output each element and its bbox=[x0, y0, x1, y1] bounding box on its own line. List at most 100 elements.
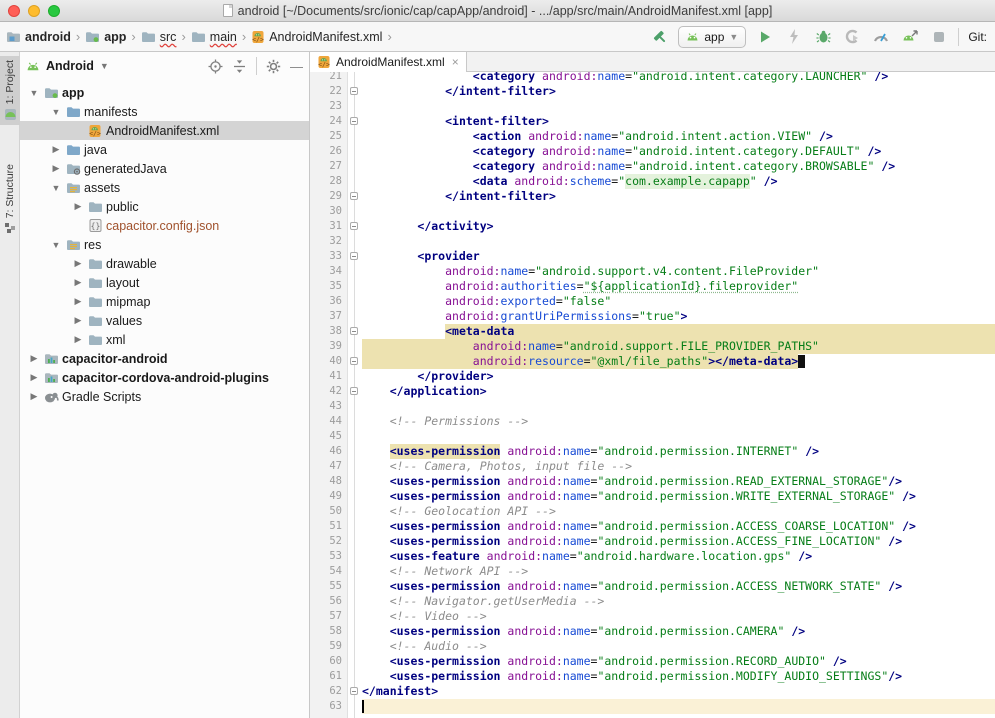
close-icon[interactable]: × bbox=[452, 55, 459, 69]
tree-expand-icon[interactable]: ▼ bbox=[48, 183, 64, 193]
code-line-55[interactable]: <uses-permission android:name="android.p… bbox=[362, 579, 995, 594]
tree-item-manifests[interactable]: ▼manifests bbox=[20, 102, 309, 121]
code-line-25[interactable]: <action android:name="android.intent.act… bbox=[362, 129, 995, 144]
line-number[interactable]: 53 bbox=[310, 549, 347, 564]
line-number[interactable]: 32 bbox=[310, 234, 347, 249]
line-number[interactable]: 25 bbox=[310, 129, 347, 144]
code-line-45[interactable] bbox=[362, 429, 995, 444]
tree-item-layout[interactable]: ▶layout bbox=[20, 273, 309, 292]
tree-expand-icon[interactable]: ▼ bbox=[48, 240, 64, 250]
line-number[interactable]: 57 bbox=[310, 609, 347, 624]
line-number[interactable]: 40 bbox=[310, 354, 347, 369]
breadcrumb-item[interactable]: main bbox=[191, 30, 237, 44]
tree-expand-icon[interactable]: ▼ bbox=[26, 88, 42, 98]
line-number[interactable]: 45 bbox=[310, 429, 347, 444]
gear-icon[interactable] bbox=[266, 59, 281, 74]
code-line-43[interactable] bbox=[362, 399, 995, 414]
fold-gutter[interactable] bbox=[348, 72, 362, 718]
code-line-28[interactable]: <data android:scheme="com.example.capapp… bbox=[362, 174, 995, 189]
build-hammer-icon[interactable] bbox=[649, 27, 669, 47]
tree-item-capacitor-cordova-android-plugins[interactable]: ▶capacitor-cordova-android-plugins bbox=[20, 368, 309, 387]
line-number[interactable]: 27 bbox=[310, 159, 347, 174]
code-line-59[interactable]: <!-- Audio --> bbox=[362, 639, 995, 654]
tool-window-button-project[interactable]: 1: Project bbox=[0, 56, 20, 125]
line-number[interactable]: 62 bbox=[310, 684, 347, 699]
code-line-40[interactable]: android:resource="@xml/file_paths"></met… bbox=[362, 354, 995, 369]
line-number[interactable]: 44 bbox=[310, 414, 347, 429]
line-number[interactable]: 63 bbox=[310, 699, 347, 714]
fold-marker-icon[interactable] bbox=[350, 252, 358, 260]
code-line-34[interactable]: android:name="android.support.v4.content… bbox=[362, 264, 995, 279]
line-number[interactable]: 42 bbox=[310, 384, 347, 399]
line-number[interactable]: 23 bbox=[310, 99, 347, 114]
code-line-24[interactable]: <intent-filter> bbox=[362, 114, 995, 129]
code-line-27[interactable]: <category android:name="android.intent.c… bbox=[362, 159, 995, 174]
code-line-53[interactable]: <uses-feature android:name="android.hard… bbox=[362, 549, 995, 564]
code-line-31[interactable]: </activity> bbox=[362, 219, 995, 234]
line-number[interactable]: 49 bbox=[310, 489, 347, 504]
code-line-54[interactable]: <!-- Network API --> bbox=[362, 564, 995, 579]
line-number[interactable]: 24 bbox=[310, 114, 347, 129]
line-number[interactable]: 30 bbox=[310, 204, 347, 219]
close-window-button[interactable] bbox=[8, 5, 20, 17]
tree-collapse-icon[interactable]: ▶ bbox=[70, 296, 86, 307]
code-line-60[interactable]: <uses-permission android:name="android.p… bbox=[362, 654, 995, 669]
line-number[interactable]: 54 bbox=[310, 564, 347, 579]
breadcrumb-item[interactable]: </>AndroidManifest.xml bbox=[251, 30, 382, 44]
code-line-52[interactable]: <uses-permission android:name="android.p… bbox=[362, 534, 995, 549]
line-number[interactable]: 55 bbox=[310, 579, 347, 594]
code-lines[interactable]: <category android:name="android.intent.c… bbox=[362, 72, 995, 718]
tab-androidmanifest[interactable]: </> AndroidManifest.xml × bbox=[310, 52, 467, 72]
code-line-47[interactable]: <!-- Camera, Photos, input file --> bbox=[362, 459, 995, 474]
code-line-44[interactable]: <!-- Permissions --> bbox=[362, 414, 995, 429]
code-line-62[interactable]: </manifest> bbox=[362, 684, 995, 699]
line-number[interactable]: 22 bbox=[310, 84, 347, 99]
code-line-38[interactable]: <meta-data bbox=[362, 324, 995, 339]
line-number[interactable]: 35 bbox=[310, 279, 347, 294]
line-number[interactable]: 56 bbox=[310, 594, 347, 609]
line-number[interactable]: 34 bbox=[310, 264, 347, 279]
breadcrumb-item[interactable]: app bbox=[85, 30, 126, 44]
fold-marker-icon[interactable] bbox=[350, 387, 358, 395]
tree-item-capacitor-config-json[interactable]: {}capacitor.config.json bbox=[20, 216, 309, 235]
tree-collapse-icon[interactable]: ▶ bbox=[48, 163, 64, 174]
breadcrumb-item[interactable]: android bbox=[6, 30, 71, 44]
fold-marker-icon[interactable] bbox=[350, 222, 358, 230]
fold-marker-icon[interactable] bbox=[350, 117, 358, 125]
code-line-29[interactable]: </intent-filter> bbox=[362, 189, 995, 204]
git-branch-label[interactable]: Git: bbox=[968, 30, 987, 44]
minimize-window-button[interactable] bbox=[28, 5, 40, 17]
line-number[interactable]: 36 bbox=[310, 294, 347, 309]
fold-marker-icon[interactable] bbox=[350, 87, 358, 95]
line-number[interactable]: 58 bbox=[310, 624, 347, 639]
code-line-42[interactable]: </application> bbox=[362, 384, 995, 399]
tree-collapse-icon[interactable]: ▶ bbox=[70, 258, 86, 269]
code-viewport[interactable]: 2122232425262728293031323334353637383940… bbox=[310, 72, 995, 718]
tree-item-res[interactable]: ▼res bbox=[20, 235, 309, 254]
line-number[interactable]: 60 bbox=[310, 654, 347, 669]
line-number-gutter[interactable]: 2122232425262728293031323334353637383940… bbox=[310, 72, 348, 718]
stop-button[interactable] bbox=[929, 27, 949, 47]
code-line-32[interactable] bbox=[362, 234, 995, 249]
code-line-56[interactable]: <!-- Navigator.getUserMedia --> bbox=[362, 594, 995, 609]
tree-item-capacitor-android[interactable]: ▶capacitor-android bbox=[20, 349, 309, 368]
line-number[interactable]: 29 bbox=[310, 189, 347, 204]
tree-item-mipmap[interactable]: ▶mipmap bbox=[20, 292, 309, 311]
code-line-23[interactable] bbox=[362, 99, 995, 114]
line-number[interactable]: 39 bbox=[310, 339, 347, 354]
tree-item-assets[interactable]: ▼assets bbox=[20, 178, 309, 197]
tree-collapse-icon[interactable]: ▶ bbox=[26, 372, 42, 383]
code-line-33[interactable]: <provider bbox=[362, 249, 995, 264]
code-line-21[interactable]: <category android:name="android.intent.c… bbox=[362, 72, 995, 84]
code-line-46[interactable]: <uses-permission android:name="android.p… bbox=[362, 444, 995, 459]
tree-expand-icon[interactable]: ▼ bbox=[48, 107, 64, 117]
attach-debugger-to-android-icon[interactable] bbox=[900, 27, 920, 47]
line-number[interactable]: 47 bbox=[310, 459, 347, 474]
locate-file-icon[interactable] bbox=[208, 59, 223, 74]
project-view-selector[interactable]: Android bbox=[46, 59, 94, 73]
code-line-61[interactable]: <uses-permission android:name="android.p… bbox=[362, 669, 995, 684]
tree-item-app[interactable]: ▼app bbox=[20, 83, 309, 102]
code-line-51[interactable]: <uses-permission android:name="android.p… bbox=[362, 519, 995, 534]
line-number[interactable]: 41 bbox=[310, 369, 347, 384]
code-line-37[interactable]: android:grantUriPermissions="true"> bbox=[362, 309, 995, 324]
